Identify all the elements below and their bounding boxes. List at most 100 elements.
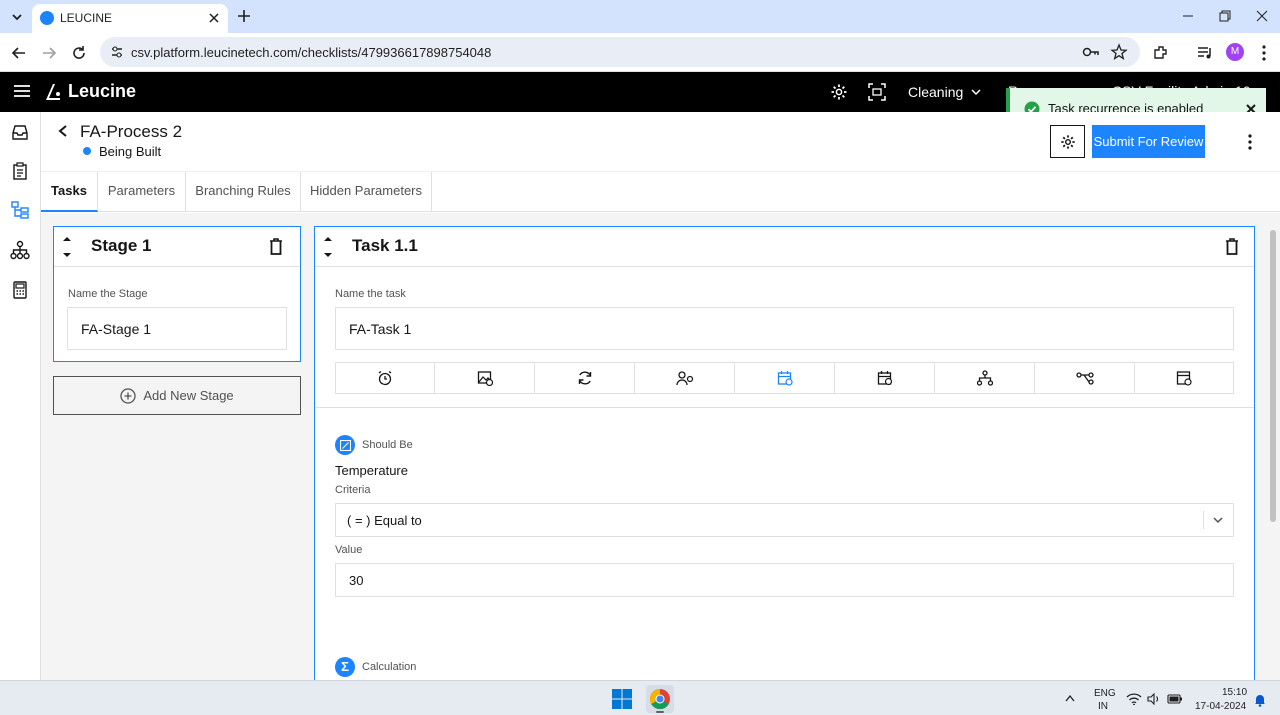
task-name-label: Name the task: [335, 288, 406, 300]
page-title: FA-Process 2: [80, 122, 183, 141]
battery-icon[interactable]: [1167, 693, 1183, 705]
favicon-icon: [40, 11, 54, 25]
browser-tab-bar: LEUCINE: [0, 0, 1280, 33]
stage-card-header: Stage 1: [54, 227, 300, 267]
chrome-taskbar-button[interactable]: [646, 685, 674, 713]
clock-date[interactable]: 17-04-2024: [1195, 701, 1246, 712]
task-assignee-button[interactable]: [635, 363, 735, 393]
browser-menu-icon[interactable]: [1258, 44, 1270, 62]
inbox-icon: [12, 125, 28, 140]
minimize-icon[interactable]: [1180, 8, 1196, 24]
notification-bell-icon[interactable]: [1254, 693, 1266, 707]
task-checklist-button[interactable]: [1135, 363, 1233, 393]
stage-name-label: Name the Stage: [68, 288, 148, 300]
wifi-icon[interactable]: [1126, 693, 1142, 705]
task-media-button[interactable]: [435, 363, 535, 393]
hierarchy-icon: [976, 370, 993, 386]
nav-reports[interactable]: [0, 271, 40, 309]
clipboard-icon: [13, 162, 27, 180]
address-bar[interactable]: csv.platform.leucinetech.com/checklists/…: [100, 37, 1140, 67]
task-name-input[interactable]: FA-Task 1: [335, 307, 1234, 350]
should-be-icon: [335, 435, 355, 455]
move-up-icon[interactable]: [62, 235, 72, 243]
forward-icon[interactable]: [40, 44, 58, 62]
language-top[interactable]: ENG: [1094, 688, 1116, 699]
delete-stage-icon[interactable]: [269, 238, 283, 255]
gear-icon: [1060, 134, 1075, 149]
criteria-select[interactable]: ( = ) Equal to: [335, 503, 1234, 537]
parameter-type-label: Should Be: [362, 439, 413, 451]
stage-card[interactable]: Stage 1 Name the Stage FA-Stage 1: [53, 226, 301, 362]
stage-name-input[interactable]: FA-Stage 1: [67, 307, 287, 350]
task-card[interactable]: Task 1.1 Name the task FA-Task 1 Should …: [314, 226, 1255, 686]
extensions-icon[interactable]: [1152, 44, 1170, 62]
process-flow-icon: [11, 201, 29, 219]
task-toolbar: [335, 362, 1234, 394]
chevron-down-icon[interactable]: [1212, 514, 1224, 526]
close-window-icon[interactable]: [1254, 8, 1270, 24]
profile-avatar[interactable]: M: [1226, 43, 1244, 61]
move-up-icon[interactable]: [323, 235, 333, 243]
tray-overflow-icon[interactable]: [1064, 693, 1076, 703]
page-header: FA-Process 2 Being Built Submit For Revi…: [41, 112, 1280, 172]
tab-tasks[interactable]: Tasks: [41, 172, 98, 212]
calculator-icon: [13, 281, 27, 299]
page-scrollbar[interactable]: [1270, 230, 1276, 522]
left-nav-rail: [0, 112, 41, 680]
task-recurrence-button[interactable]: [535, 363, 635, 393]
page-tabs: Tasks Parameters Branching Rules Hidden …: [41, 172, 1280, 212]
windows-start-icon[interactable]: [612, 689, 632, 709]
recurrence-icon: [578, 371, 591, 385]
tab-branching-rules[interactable]: Branching Rules: [186, 172, 301, 212]
submit-for-review-button[interactable]: Submit For Review: [1092, 125, 1205, 158]
divider: [315, 407, 1254, 408]
checklist-icon: [1176, 371, 1192, 386]
tab-hidden-parameters[interactable]: Hidden Parameters: [301, 172, 432, 212]
scan-icon[interactable]: [868, 83, 886, 101]
task-hierarchy-button[interactable]: [935, 363, 1035, 393]
reload-icon[interactable]: [70, 44, 88, 62]
task-due-date-button[interactable]: [835, 363, 935, 393]
nav-ontology[interactable]: [0, 231, 40, 269]
back-arrow-icon[interactable]: [57, 124, 69, 138]
next-parameter-type-label: Calculation: [362, 661, 417, 673]
site-info-icon[interactable]: [110, 45, 124, 59]
volume-icon[interactable]: [1147, 693, 1161, 705]
more-options-icon[interactable]: [1244, 133, 1256, 151]
restore-icon[interactable]: [1217, 8, 1233, 24]
nav-inbox[interactable]: [0, 113, 40, 151]
assignee-icon: [675, 371, 693, 386]
tab-parameters[interactable]: Parameters: [98, 172, 186, 212]
add-new-stage-label: Add New Stage: [143, 388, 234, 403]
password-key-icon[interactable]: [1082, 44, 1100, 60]
brand-name: Leucine: [68, 81, 137, 101]
nav-process-designer[interactable]: [0, 191, 40, 229]
delete-task-icon[interactable]: [1225, 238, 1239, 255]
hamburger-menu-icon[interactable]: [14, 84, 30, 98]
status-text: Being Built: [99, 144, 162, 159]
close-tab-icon[interactable]: [206, 10, 222, 26]
tab-list-button[interactable]: [8, 8, 26, 26]
chevron-down-icon[interactable]: [970, 86, 982, 98]
browser-tab[interactable]: LEUCINE: [32, 4, 228, 33]
back-icon[interactable]: [10, 44, 28, 62]
settings-gear-icon[interactable]: [830, 83, 848, 101]
hierarchy-icon: [10, 240, 30, 260]
clock-time[interactable]: 15:10: [1222, 687, 1247, 698]
new-tab-icon[interactable]: [236, 8, 252, 24]
move-down-icon[interactable]: [323, 251, 333, 259]
task-card-header: Task 1.1: [315, 227, 1254, 267]
task-branch-button[interactable]: [1035, 363, 1135, 393]
bookmark-star-icon[interactable]: [1110, 43, 1128, 61]
facility-select[interactable]: Cleaning: [908, 84, 963, 100]
nav-checklists[interactable]: [0, 152, 40, 190]
language-bottom[interactable]: IN: [1098, 701, 1108, 712]
process-settings-button[interactable]: [1050, 125, 1085, 158]
task-timer-button[interactable]: [336, 363, 435, 393]
task-schedule-button[interactable]: [735, 363, 835, 393]
add-new-stage-button[interactable]: Add New Stage: [53, 376, 301, 415]
value-input[interactable]: 30: [335, 563, 1234, 597]
media-controls-icon[interactable]: [1196, 44, 1214, 62]
os-taskbar: ENG IN 15:10 17-04-2024: [0, 680, 1280, 715]
move-down-icon[interactable]: [62, 251, 72, 259]
